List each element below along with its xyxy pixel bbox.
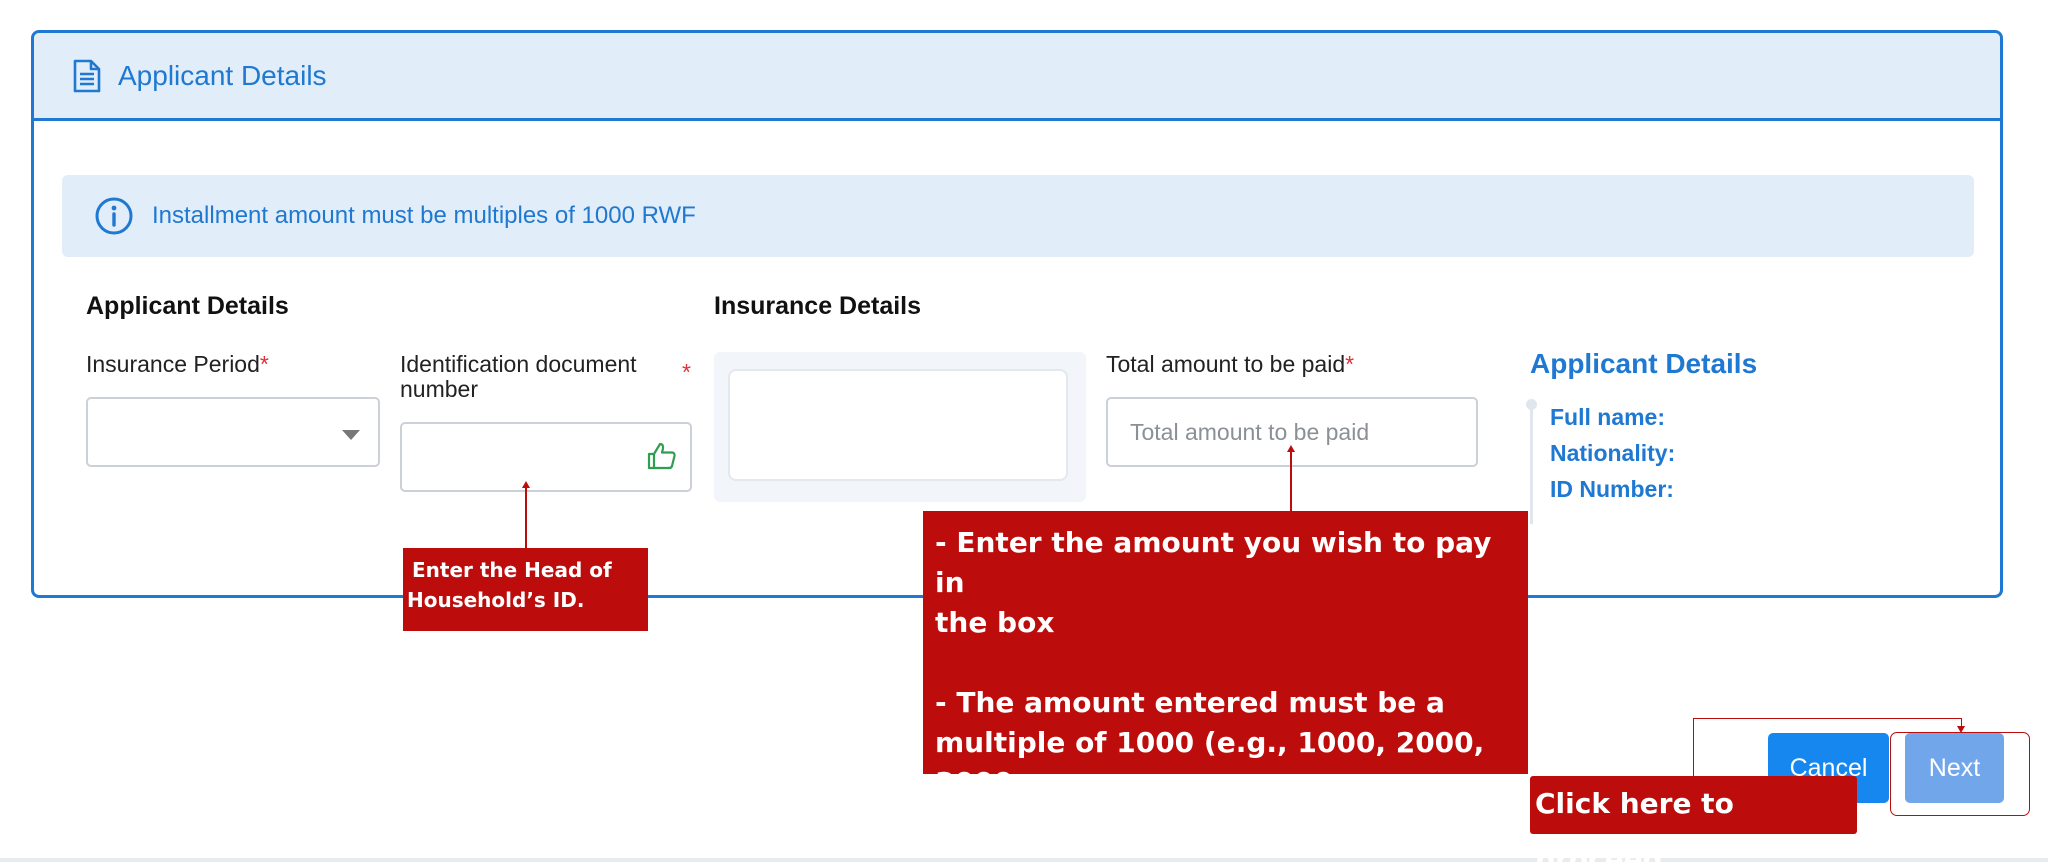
id-hint-callout: Enter the Head of Household’s ID. [403,548,648,631]
id-hint-arrow-head [522,481,530,488]
id-required-mark: * [682,359,691,385]
id-number-label: ID Number: [1550,476,1674,502]
amount-hint-arrow-head [1287,445,1295,452]
amount-hint-arrow [1290,449,1292,511]
amount-hint-callout: - Enter the amount you wish to pay in th… [923,511,1528,839]
summary-title: Applicant Details [1530,348,1758,379]
thumbs-up-icon [647,442,676,470]
id-document-label: Identification document number [400,351,637,402]
id-hint-arrow [525,486,527,548]
id-document-input[interactable] [400,422,692,492]
insurance-details-panel [714,352,1086,502]
full-name-label: Full name: [1550,404,1666,430]
card-title: Applicant Details [118,59,327,91]
document-icon [73,59,101,92]
card-header: Applicant Details [34,33,2000,121]
nationality-label: Nationality: [1550,440,1676,466]
info-text: Installment amount must be multiples of … [152,202,696,229]
insurance-period-select[interactable] [86,397,380,467]
summary-timeline-line [1530,404,1533,524]
info-icon [95,197,133,235]
insurance-details-box [728,369,1068,481]
next-highlight-box [1890,732,2030,816]
info-banner: Installment amount must be multiples of … [62,175,1974,257]
total-amount-input[interactable] [1106,397,1478,467]
summary-timeline-dot [1526,399,1537,410]
chevron-down-icon [342,430,360,440]
applicant-section-title: Applicant Details [86,292,289,320]
insurance-period-label: Insurance Period* [86,351,269,377]
amount-label: Total amount to be paid* [1106,351,1355,377]
insurance-section-title: Insurance Details [714,292,922,320]
proceed-hint-callout: Click here to proceed. [1530,776,1857,862]
